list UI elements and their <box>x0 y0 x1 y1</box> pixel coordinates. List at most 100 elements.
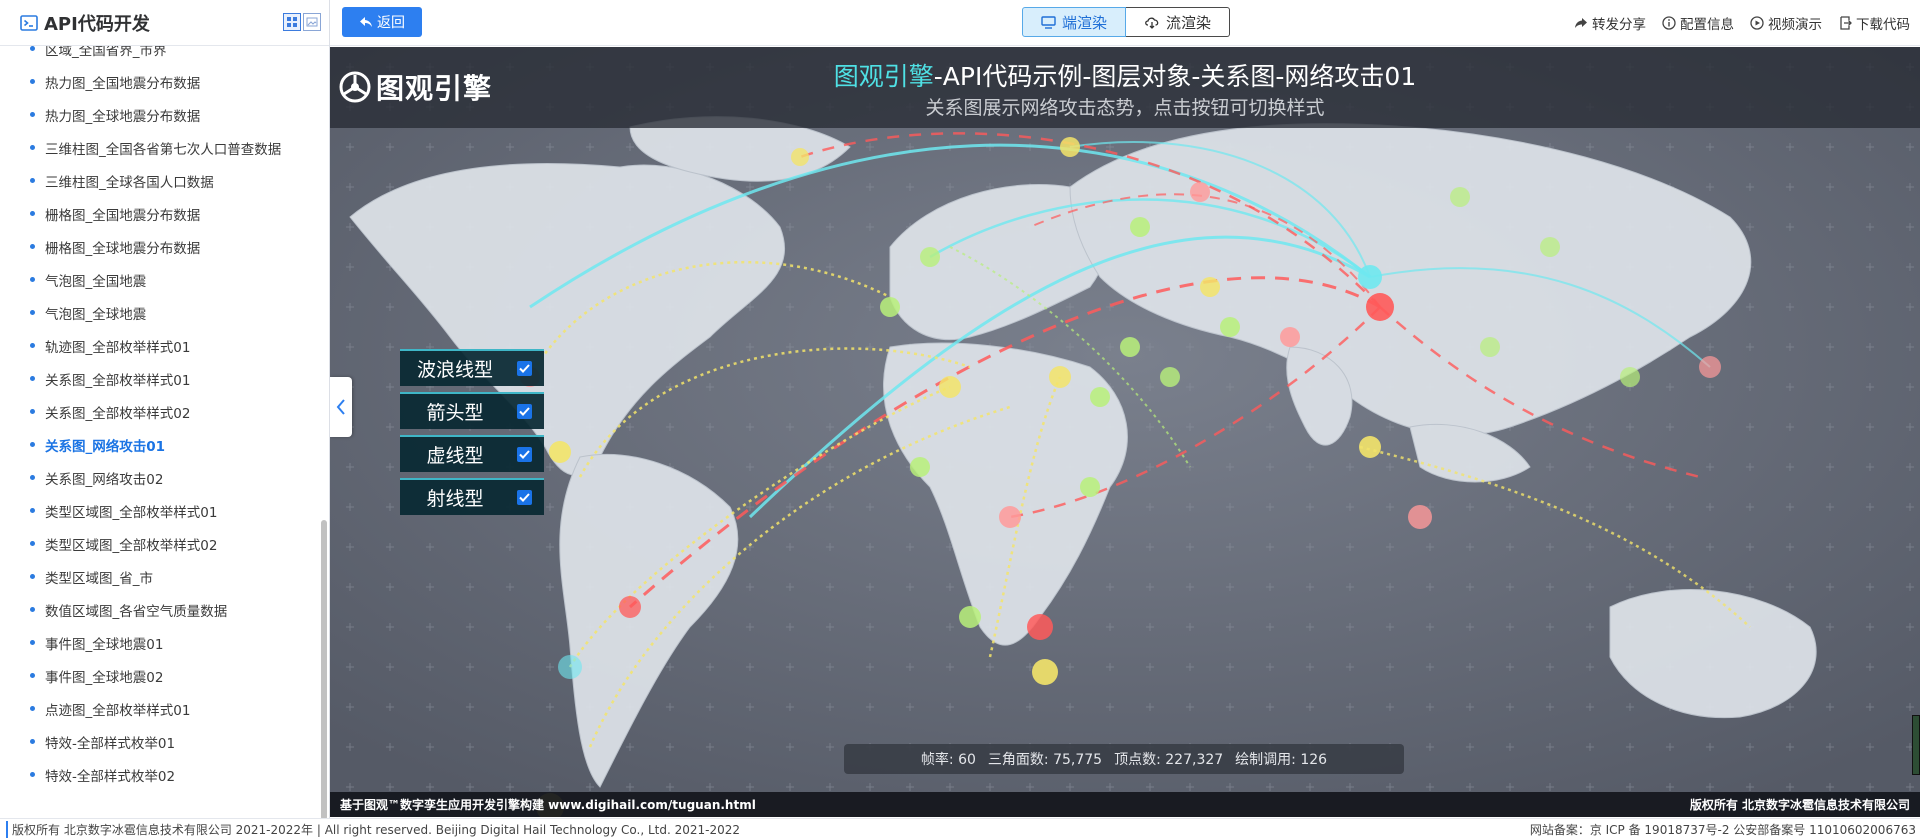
tab-stream-render[interactable]: 流渲染 <box>1126 7 1230 37</box>
sidebar-item-label: 关系图_网络攻击01 <box>45 438 166 455</box>
bullet-icon <box>30 508 35 513</box>
style-toggle-label: 射线型 <box>426 488 484 510</box>
play-icon <box>1750 16 1764 30</box>
bullet-icon <box>30 277 35 282</box>
sidebar-item[interactable]: 点迹图_全部枚举样式01 <box>0 692 321 725</box>
video-demo-link[interactable]: 视频演示 <box>1750 13 1822 33</box>
list-view-icon[interactable] <box>283 13 301 31</box>
bullet-icon <box>30 145 35 150</box>
sidebar-item-label: 气泡图_全球地震 <box>45 306 147 323</box>
tab-stream-render-label: 流渲染 <box>1165 13 1211 32</box>
sidebar-item[interactable]: 栅格图_全国地震分布数据 <box>0 197 321 230</box>
triangles-value: 75,775 <box>1053 752 1103 768</box>
checkbox-checked-icon[interactable] <box>517 361 532 376</box>
sidebar-item-label: 类型区域图_全部枚举样式02 <box>45 537 218 554</box>
sidebar-item[interactable]: 数值区域图_各省空气质量数据 <box>0 593 321 626</box>
sidebar-list: 区域_全国省界_市界 热力图_全国地震分布数据热力图_全球地震分布数据三维柱图_全… <box>0 46 321 818</box>
fps-value: 60 <box>958 752 976 768</box>
map-footer: 基于图观™数字孪生应用开发引擎构建 www.digihail.com/tugua… <box>330 792 1920 817</box>
sidebar-item-label: 事件图_全球地震02 <box>45 669 164 686</box>
video-demo-label: 视频演示 <box>1768 17 1822 33</box>
chevron-left-icon <box>336 399 345 415</box>
render-mode-toggle: 端渲染 流渲染 <box>1022 7 1230 37</box>
image-view-icon[interactable] <box>303 13 321 31</box>
bullet-icon <box>30 541 35 546</box>
bullet-icon <box>30 475 35 480</box>
world-map-canvas[interactable] <box>330 47 1920 817</box>
sidebar-item[interactable]: 类型区域图_全部枚举样式01 <box>0 494 321 527</box>
sidebar-item[interactable]: 热力图_全球地震分布数据 <box>0 98 321 131</box>
sidebar-item[interactable]: 气泡图_全国地震 <box>0 263 321 296</box>
style-toggle-ray[interactable]: 射线型 <box>400 478 544 515</box>
triangles-label: 三角面数: <box>987 752 1049 768</box>
drawcalls-stat: 绘制调用: 126 <box>1235 749 1327 769</box>
sidebar-item[interactable]: 特效-全部样式枚举01 <box>0 725 321 758</box>
share-link[interactable]: 转发分享 <box>1574 13 1646 33</box>
sidebar-item[interactable]: 热力图_全国地震分布数据 <box>0 65 321 98</box>
style-toggle-arrow[interactable]: 箭头型 <box>400 392 544 429</box>
map-title: 图观引擎-API代码示例-图层对象-关系图-网络攻击01 <box>330 57 1920 93</box>
back-button[interactable]: 返回 <box>342 7 422 37</box>
sidebar-item-label: 栅格图_全国地震分布数据 <box>45 207 201 224</box>
sidebar-item[interactable]: 事件图_全球地震02 <box>0 659 321 692</box>
monitor-icon <box>1041 15 1056 29</box>
sidebar-item[interactable]: 关系图_网络攻击02 <box>0 461 321 494</box>
sidebar-item-label: 气泡图_全国地震 <box>45 273 147 290</box>
sidebar: API代码开发 区域_全国省界_市界 热力图_全国地震分布数据热力图_全球地震分布… <box>0 0 330 818</box>
tab-client-render[interactable]: 端渲染 <box>1022 7 1126 37</box>
checkbox-checked-icon[interactable] <box>517 490 532 505</box>
style-toggle-label: 波浪线型 <box>416 359 493 381</box>
sidebar-item[interactable]: 类型区域图_全部枚举样式02 <box>0 527 321 560</box>
page-footer: 版权所有 北京数字冰雹信息技术有限公司 2021-2022年 | All rig… <box>0 818 1920 840</box>
sidebar-item[interactable]: 栅格图_全球地震分布数据 <box>0 230 321 263</box>
sidebar-item-label: 关系图_网络攻击02 <box>45 471 164 488</box>
info-icon <box>1662 16 1676 30</box>
sidebar-item-label: 数值区域图_各省空气质量数据 <box>45 603 228 620</box>
tab-client-render-label: 端渲染 <box>1061 13 1107 32</box>
download-code-link[interactable]: 下载代码 <box>1838 13 1910 33</box>
sidebar-item[interactable]: 事件图_全球地震01 <box>0 626 321 659</box>
checkbox-checked-icon[interactable] <box>517 404 532 419</box>
bullet-icon <box>30 46 35 51</box>
bullet-icon <box>30 79 35 84</box>
checkbox-checked-icon[interactable] <box>517 447 532 462</box>
config-info-label: 配置信息 <box>1680 17 1734 33</box>
sidebar-item[interactable]: 三维柱图_全球各国人口数据 <box>0 164 321 197</box>
sidebar-item[interactable]: 关系图_全部枚举样式01 <box>0 362 321 395</box>
sidebar-item[interactable]: 区域_全国省界_市界 <box>0 46 321 65</box>
style-toggle-label: 箭头型 <box>426 402 484 424</box>
triangles-stat: 三角面数: 75,775 <box>988 749 1102 769</box>
map-viewport[interactable]: 图观引擎 图观引擎-API代码示例-图层对象-关系图-网络攻击01 关系图展示网… <box>330 47 1920 817</box>
sidebar-item-label: 轨迹图_全部枚举样式01 <box>45 339 191 356</box>
sidebar-item-label: 热力图_全球地震分布数据 <box>45 108 201 125</box>
config-info-link[interactable]: 配置信息 <box>1662 13 1734 33</box>
bullet-icon <box>30 178 35 183</box>
sidebar-item[interactable]: 三维柱图_全国各省第七次人口普查数据 <box>0 131 321 164</box>
sidebar-item-label: 类型区域图_省_市 <box>45 570 153 587</box>
download-code-label: 下载代码 <box>1856 17 1910 33</box>
sidebar-item-label: 点迹图_全部枚举样式01 <box>45 702 191 719</box>
map-subtitle: 关系图展示网络攻击态势，点击按钮可切换样式 <box>925 97 1325 119</box>
bullet-icon <box>30 574 35 579</box>
vertices-stat: 顶点数: 227,327 <box>1114 749 1223 769</box>
sidebar-item[interactable]: 类型区域图_省_市 <box>0 560 321 593</box>
sidebar-header: API代码开发 <box>0 0 329 46</box>
view-toggle <box>283 13 321 31</box>
style-toggle-wave[interactable]: 波浪线型 <box>400 349 544 386</box>
style-toggle-dashed[interactable]: 虚线型 <box>400 435 544 472</box>
sidebar-item[interactable]: 轨迹图_全部枚举样式01 <box>0 329 321 362</box>
cloud-download-icon <box>1145 17 1159 29</box>
sidebar-item[interactable]: 关系图_网络攻击01 <box>0 428 321 461</box>
back-arrow-icon <box>360 17 372 27</box>
sidebar-scrollbar[interactable] <box>321 520 327 818</box>
back-button-label: 返回 <box>377 15 405 31</box>
bullet-icon <box>30 739 35 744</box>
sidebar-item[interactable]: 气泡图_全球地震 <box>0 296 321 329</box>
bullet-icon <box>30 607 35 612</box>
sidebar-item[interactable]: 特效-全部样式枚举02 <box>0 758 321 791</box>
sidebar-collapse-button[interactable] <box>330 377 352 437</box>
drawcalls-label: 绘制调用: <box>1235 752 1296 768</box>
fps-stat: 帧率: 60 <box>921 749 976 769</box>
bullet-icon <box>30 673 35 678</box>
sidebar-item[interactable]: 关系图_全部枚举样式02 <box>0 395 321 428</box>
